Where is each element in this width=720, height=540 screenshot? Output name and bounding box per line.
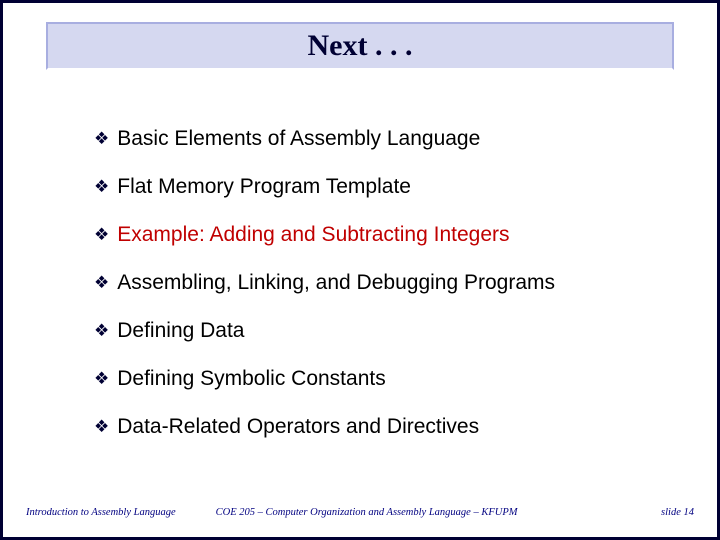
bullet-diamond-icon: ❖ [94, 366, 109, 392]
footer-slide-number: slide 14 [661, 507, 694, 518]
bullet-diamond-icon: ❖ [94, 126, 109, 152]
bullet-text: Flat Memory Program Template [117, 174, 411, 200]
slide-title: Next . . . [308, 29, 413, 63]
list-item: ❖ Data-Related Operators and Directives [94, 414, 660, 440]
list-item: ❖ Defining Symbolic Constants [94, 366, 660, 392]
bullet-diamond-icon: ❖ [94, 174, 109, 200]
bullet-diamond-icon: ❖ [94, 414, 109, 440]
list-item: ❖ Example: Adding and Subtracting Intege… [94, 222, 660, 248]
list-item: ❖ Defining Data [94, 318, 660, 344]
bullet-text: Basic Elements of Assembly Language [117, 126, 480, 152]
slide-footer: Introduction to Assembly Language COE 20… [0, 502, 720, 522]
bullet-diamond-icon: ❖ [94, 270, 109, 296]
bullet-list: ❖ Basic Elements of Assembly Language ❖ … [94, 126, 660, 462]
footer-center: COE 205 – Computer Organization and Asse… [176, 507, 661, 518]
bullet-text: Assembling, Linking, and Debugging Progr… [117, 270, 555, 296]
list-item: ❖ Assembling, Linking, and Debugging Pro… [94, 270, 660, 296]
bullet-text: Defining Data [117, 318, 244, 344]
list-item: ❖ Basic Elements of Assembly Language [94, 126, 660, 152]
footer-left: Introduction to Assembly Language [26, 507, 176, 518]
bullet-text: Data-Related Operators and Directives [117, 414, 479, 440]
bullet-diamond-icon: ❖ [94, 318, 109, 344]
bullet-text: Defining Symbolic Constants [117, 366, 385, 392]
bullet-diamond-icon: ❖ [94, 222, 109, 248]
list-item: ❖ Flat Memory Program Template [94, 174, 660, 200]
title-bar: Next . . . [46, 22, 674, 70]
bullet-text-current: Example: Adding and Subtracting Integers [117, 222, 509, 248]
